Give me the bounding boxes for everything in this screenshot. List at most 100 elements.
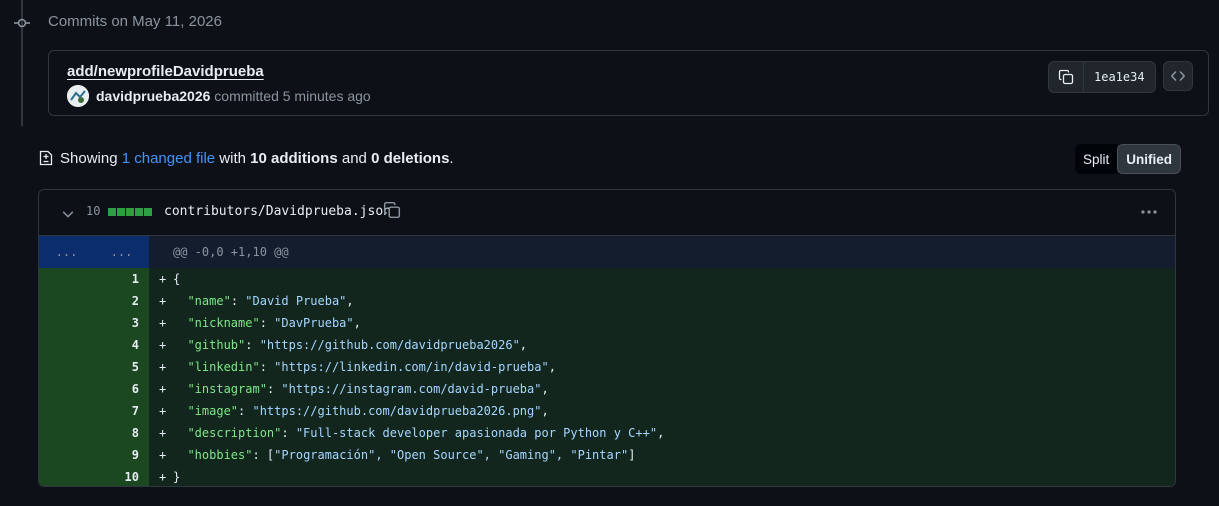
- browse-repo-button[interactable]: [1163, 61, 1193, 91]
- json-tail: ,: [657, 426, 665, 440]
- summary-with: with: [219, 149, 246, 167]
- code-icon: [1171, 71, 1185, 81]
- line-code: + "image": "https://github.com/davidprue…: [149, 400, 549, 422]
- line-code: + "linkedin": "https://linkedin.com/in/d…: [149, 356, 556, 378]
- line-number[interactable]: 1: [39, 268, 149, 290]
- unified-view-button[interactable]: Unified: [1117, 144, 1182, 174]
- diff-line: 9 + "hobbies": ["Programación", "Open Sou…: [39, 444, 1175, 466]
- addition-marker: +: [159, 404, 167, 418]
- line-number[interactable]: 4: [39, 334, 149, 356]
- line-number[interactable]: 8: [39, 422, 149, 444]
- file-diff-icon: [39, 150, 53, 166]
- diff-lines: 1 +{2 + "name": "David Prueba", 3 + "nicknam…: [39, 268, 1175, 486]
- diff-file: 10 contributors/Davidprueba.json ... ...…: [38, 189, 1176, 487]
- commit-title-link[interactable]: add/newprofileDavidprueba: [67, 63, 264, 80]
- diff-line: 10 +}: [39, 466, 1175, 486]
- changed-files-link[interactable]: 1 changed file: [122, 150, 215, 167]
- diffstat-block: [135, 208, 143, 216]
- json-tail: ,: [541, 404, 549, 418]
- chevron-down-icon[interactable]: [61, 207, 75, 221]
- addition-marker: +: [159, 316, 167, 330]
- line-code: + "description": "Full-stack developer a…: [149, 422, 664, 444]
- addition-marker: +: [159, 448, 167, 462]
- commit-action: committed: [214, 88, 279, 104]
- line-number[interactable]: 2: [39, 290, 149, 312]
- json-tail: ,: [548, 360, 556, 374]
- hunk-gutter-old: ...: [55, 245, 78, 259]
- commit-meta: davidprueba2026 committed 5 minutes ago: [96, 88, 371, 104]
- file-change-count: 10: [86, 204, 101, 218]
- json-key: "hobbies": [187, 448, 253, 462]
- diff-line: 1 +{: [39, 268, 1175, 290]
- line-number[interactable]: 9: [39, 444, 149, 466]
- line-code: +{: [149, 268, 180, 290]
- json-value: "Programación", "Open Source", "Gaming",…: [274, 448, 629, 462]
- line-number[interactable]: 10: [39, 466, 149, 486]
- summary-and: and: [341, 149, 367, 167]
- json-separator: :: [230, 294, 246, 308]
- file-path-link[interactable]: contributors/Davidprueba.json: [164, 204, 391, 219]
- json-value: "DavPrueba": [274, 316, 354, 330]
- git-commit-icon: [14, 18, 30, 28]
- avatar[interactable]: [67, 85, 89, 107]
- json-tail: {: [173, 272, 181, 286]
- json-separator: :: [281, 426, 296, 440]
- hunk-header: @@ -0,0 +1,10 @@: [173, 245, 289, 259]
- json-tail: ,: [346, 294, 354, 308]
- commit-author-link[interactable]: davidprueba2026: [96, 88, 210, 104]
- json-key: "instagram": [187, 382, 267, 396]
- diff-line: 2 + "name": "David Prueba",: [39, 290, 1175, 312]
- deletions-count: 0 deletions: [371, 149, 450, 167]
- line-code: + "github": "https://github.com/davidpru…: [149, 334, 527, 356]
- json-key: "nickname": [187, 316, 260, 330]
- json-tail: ,: [541, 382, 549, 396]
- diffstat-block: [144, 208, 152, 216]
- diff-summary: Showing 1 changed file with 10 additions…: [38, 148, 454, 168]
- line-number[interactable]: 6: [39, 378, 149, 400]
- split-view-button[interactable]: Split: [1075, 144, 1118, 174]
- addition-marker: +: [159, 470, 167, 484]
- json-value: "David Prueba": [245, 294, 347, 308]
- kebab-horizontal-icon[interactable]: [1139, 204, 1159, 220]
- additions-count: 10 additions: [250, 149, 338, 167]
- line-code: + "name": "David Prueba",: [149, 290, 354, 312]
- diff-line: 5 + "linkedin": "https://linkedin.com/in/…: [39, 356, 1175, 378]
- line-code: + "hobbies": ["Programación", "Open Sour…: [149, 444, 635, 466]
- line-number[interactable]: 3: [39, 312, 149, 334]
- json-key: "github": [187, 338, 246, 352]
- file-header: 10 contributors/Davidprueba.json: [39, 190, 1175, 236]
- summary-period: .: [449, 149, 454, 167]
- copy-sha-button[interactable]: [1049, 62, 1084, 92]
- line-number[interactable]: 7: [39, 400, 149, 422]
- sha-button-group: 1ea1e34: [1048, 61, 1156, 93]
- json-tail: }: [173, 470, 181, 484]
- commit-card: add/newprofileDavidprueba davidprueba202…: [48, 50, 1209, 116]
- commit-sha-link[interactable]: 1ea1e34: [1084, 62, 1155, 92]
- hunk-expand-gutter[interactable]: ... ...: [39, 236, 149, 268]
- line-number[interactable]: 5: [39, 356, 149, 378]
- addition-marker: +: [159, 294, 167, 308]
- json-separator: :: [238, 404, 253, 418]
- json-tail: ,: [519, 338, 528, 352]
- addition-marker: +: [159, 360, 167, 374]
- summary-showing: Showing: [60, 149, 118, 167]
- json-separator: :: [259, 360, 275, 374]
- copy-icon[interactable]: [383, 201, 401, 219]
- hunk-header-row: ... ... @@ -0,0 +1,10 @@: [39, 236, 1175, 268]
- json-key: "name": [187, 294, 231, 308]
- json-separator: :: [259, 316, 275, 330]
- diff-line: 4 + "github": "https://github.com/davidpr…: [39, 334, 1175, 356]
- copy-icon: [1058, 69, 1074, 85]
- diff-view-toggle: Split Unified: [1075, 144, 1182, 174]
- diffstat-block: [117, 208, 125, 216]
- diffstat-block: [126, 208, 134, 216]
- addition-marker: +: [159, 272, 167, 286]
- hunk-gutter-new: ...: [110, 245, 133, 259]
- json-tail: ,: [353, 316, 361, 330]
- commit-time: 5 minutes ago: [282, 88, 371, 104]
